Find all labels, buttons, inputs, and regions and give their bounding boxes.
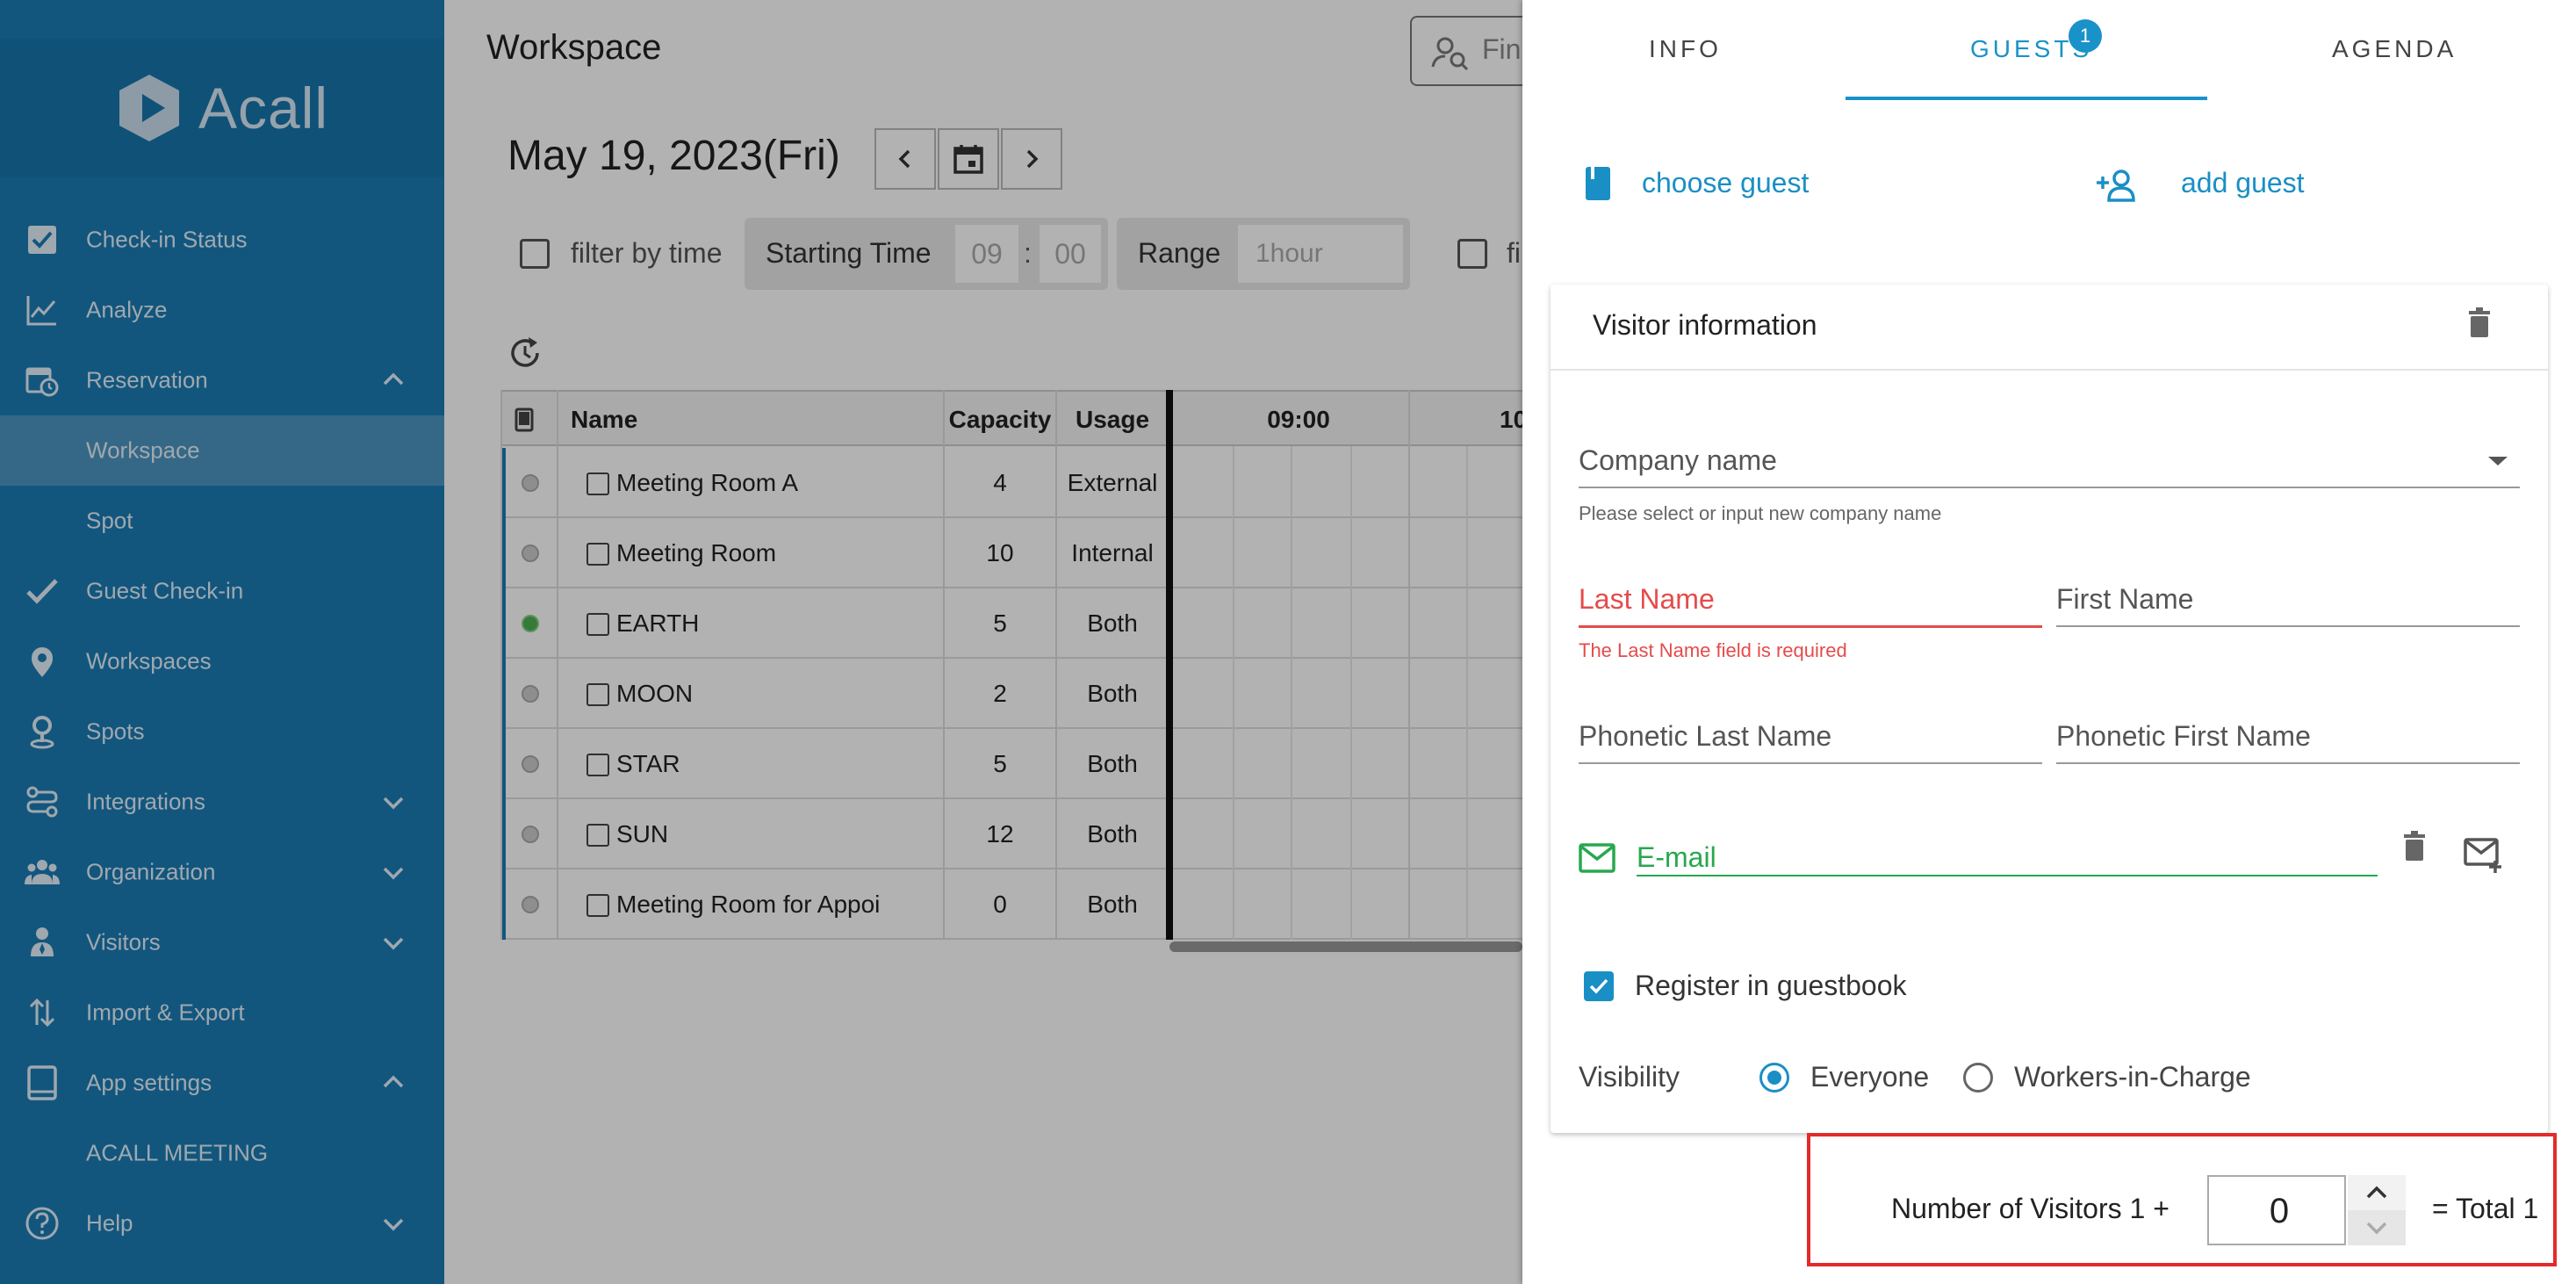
email-delete-icon[interactable] (2402, 831, 2427, 862)
mail-icon (1579, 843, 1615, 873)
email-field[interactable] (1637, 875, 2378, 876)
visitors-stepper[interactable]: 0 (2207, 1175, 2346, 1245)
add-email-icon[interactable] (2464, 838, 2506, 873)
last-name-label: Last Name (1579, 583, 1715, 615)
add-person-icon[interactable] (2095, 169, 2139, 202)
first-name-field[interactable] (2056, 625, 2520, 627)
visitors-count-value[interactable]: 0 (2209, 1177, 2349, 1245)
visibility-workers-label: Workers-in-Charge (2014, 1061, 2251, 1093)
total-visitors-label: = Total 1 (2432, 1193, 2539, 1224)
visibility-label: Visibility (1579, 1061, 1680, 1093)
first-name-label: First Name (2056, 583, 2194, 615)
last-name-field[interactable] (1579, 625, 2042, 628)
phonetic-first-name-label: Phonetic First Name (2056, 720, 2311, 752)
visibility-workers-radio[interactable] (1963, 1063, 1993, 1093)
increment-button[interactable] (2348, 1175, 2406, 1210)
chevron-down-icon (2366, 1222, 2387, 1235)
register-guestbook-label: Register in guestbook (1635, 970, 1907, 1001)
tab-info[interactable]: INFO (1649, 35, 1722, 63)
company-name-hint: Please select or input new company name (1579, 502, 1942, 524)
guests-count-badge: 1 (2069, 19, 2102, 53)
visitor-card-title: Visitor information (1593, 309, 1817, 341)
card-divider (1551, 369, 2548, 371)
choose-guest-link[interactable]: choose guest (1642, 167, 1809, 199)
add-guest-link[interactable]: add guest (2181, 167, 2305, 199)
phonetic-last-name-label: Phonetic Last Name (1579, 720, 1832, 752)
app-window: Acall Check-in Status Analyze Reservation W… (0, 0, 2576, 1284)
modal-overlay[interactable] (0, 0, 1522, 1284)
company-name-field[interactable] (1579, 487, 2520, 488)
decrement-button[interactable] (2348, 1210, 2406, 1245)
visibility-everyone-radio[interactable] (1759, 1063, 1789, 1093)
contact-book-icon[interactable] (1584, 165, 1612, 202)
visitor-card (1551, 285, 2548, 1133)
last-name-error: The Last Name field is required (1579, 639, 1847, 661)
number-of-visitors-label: Number of Visitors 1 + (1891, 1193, 2169, 1224)
chevron-up-icon (2366, 1186, 2387, 1199)
check-icon (1589, 978, 1608, 994)
visibility-everyone-label: Everyone (1810, 1061, 1930, 1093)
tab-agenda[interactable]: AGENDA (2332, 35, 2457, 63)
register-guestbook-checkbox[interactable] (1584, 971, 1614, 1001)
phonetic-first-name-field[interactable] (2056, 762, 2520, 764)
active-tab-indicator (1846, 97, 2207, 100)
company-name-label: Company name (1579, 444, 1777, 476)
email-label: E-mail (1637, 841, 1716, 873)
trash-icon[interactable] (2467, 307, 2492, 339)
dropdown-arrow-icon[interactable] (2488, 455, 2508, 467)
phonetic-last-name-field[interactable] (1579, 762, 2042, 764)
